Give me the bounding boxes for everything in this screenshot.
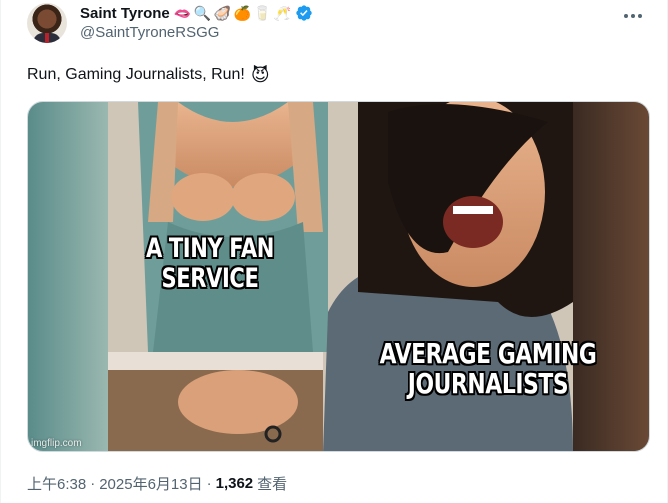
name-emoji: 🥂 [273,5,291,21]
more-horizontal-icon [624,14,642,18]
meme-caption-left: A TINY FAN SERVICE [145,233,275,294]
meme-caption-right: AVERAGE GAMING JOURNALISTS [379,337,597,400]
tweet-date[interactable]: 2025年6月13日 [99,473,202,494]
tweet-time[interactable]: 上午6:38 [27,473,86,494]
views-label[interactable]: 查看 [257,473,287,494]
author-name-row: Saint Tyrone 🫦 🔍 🦪 🍊 🥛 🥂 [80,3,313,23]
tweet-header: Saint Tyrone 🫦 🔍 🦪 🍊 🥛 🥂 @SaintTyroneRSG… [27,3,652,47]
name-emoji: 🔍 [193,5,211,21]
views-count[interactable]: 1,362 [216,475,254,492]
name-emoji: 🥛 [253,5,271,21]
verified-badge-icon[interactable] [295,4,313,22]
avatar-tie [45,33,49,43]
meta-separator: · [90,475,96,492]
name-emoji: 🍊 [233,5,251,21]
imgflip-watermark: imgflip.com [31,438,82,449]
tweet-text: Run, Gaming Journalists, Run! 😈 [27,64,270,86]
name-emoji: 🦪 [213,5,231,21]
smiling-devil-emoji: 😈 [250,65,270,85]
name-emoji: 🫦 [173,5,191,21]
author-display-name[interactable]: Saint Tyrone [80,5,170,22]
tweet-meta: 上午6:38 · 2025年6月13日 · 1,362 查看 [27,473,287,494]
tweet-media-image[interactable]: A TINY FAN SERVICE AVERAGE GAMING JOURNA… [27,101,650,452]
meta-separator: · [206,475,212,492]
avatar[interactable] [27,3,67,43]
more-options-button[interactable] [620,5,646,27]
frame-border-left [0,0,1,503]
tweet-text-content: Run, Gaming Journalists, Run! [27,66,245,83]
author-handle[interactable]: @SaintTyroneRSGG [80,24,219,41]
